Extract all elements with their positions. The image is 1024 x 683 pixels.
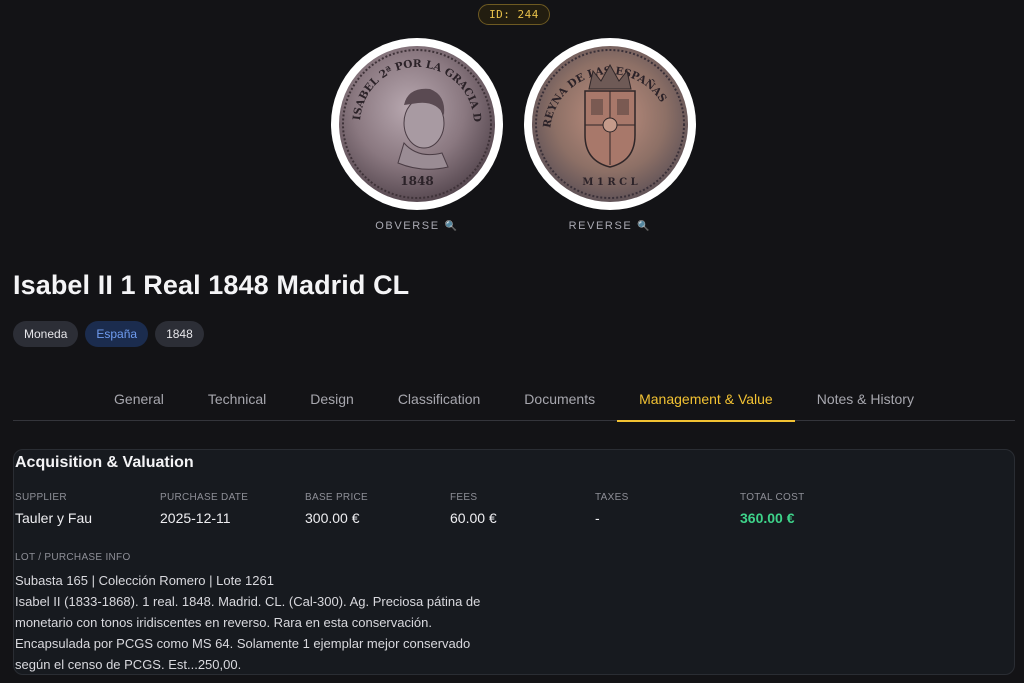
field-supplier: SUPPLIER Tauler y Fau [15, 492, 160, 526]
tag-list: Moneda España 1848 [13, 321, 204, 347]
tab-technical[interactable]: Technical [186, 376, 288, 421]
tag-year: 1848 [155, 321, 204, 347]
lot-line: monetario con tonos iridiscentes en reve… [15, 615, 432, 630]
field-base-price: BASE PRICE 300.00 € [305, 492, 450, 526]
acquisition-fields: SUPPLIER Tauler y Fau PURCHASE DATE 2025… [15, 492, 885, 526]
tab-general[interactable]: General [92, 376, 186, 421]
obverse-image-viewer[interactable]: ISABEL 2ª POR LA GRACIA DE DIOS Y LA CON… [331, 38, 503, 232]
tag-country: España [85, 321, 149, 347]
tab-design[interactable]: Design [288, 376, 376, 421]
obverse-date: 1848 [400, 174, 433, 188]
total-cost-value: 360.00 € [740, 510, 795, 526]
lot-line: Encapsulada por PCGS como MS 64. Solamen… [15, 636, 471, 651]
tab-documents[interactable]: Documents [502, 376, 617, 421]
id-badge: ID: 244 [478, 4, 550, 25]
magnifier-icon[interactable]: 🔍 [637, 221, 651, 232]
tag-type: Moneda [13, 321, 79, 347]
reverse-coin-image[interactable]: REYNA DE LAS ESPAÑAS M 1 R C L [524, 38, 696, 210]
tab-management-value[interactable]: Management & Value [617, 376, 795, 422]
field-label: PURCHASE DATE [160, 492, 249, 503]
tab-notes-history[interactable]: Notes & History [795, 376, 936, 421]
lot-info-label: LOT / PURCHASE INFO [15, 552, 131, 563]
lot-line: según el censo de PCGS. Est...250,00. [15, 657, 242, 672]
lot-line: Subasta 165 | Colección Romero | Lote 12… [15, 573, 274, 588]
lot-info-text: Subasta 165 | Colección Romero | Lote 12… [15, 570, 515, 675]
obverse-label: OBVERSE 🔍 [375, 220, 459, 232]
field-value: 2025-12-11 [160, 510, 231, 526]
field-value: 300.00 € [305, 510, 360, 526]
field-value: - [595, 510, 600, 526]
field-label: TAXES [595, 492, 629, 503]
field-purchase-date: PURCHASE DATE 2025-12-11 [160, 492, 305, 526]
reverse-label: REVERSE 🔍 [568, 220, 652, 232]
page-title: Isabel II 1 Real 1848 Madrid CL [13, 270, 410, 300]
coin-detail-page: ID: 244 ISABEL 2ª POR LA GRACIA DE DIOS … [0, 0, 1024, 683]
field-label: BASE PRICE [305, 492, 369, 503]
field-label: FEES [450, 492, 478, 503]
field-label: TOTAL COST [740, 492, 805, 503]
field-fees: FEES 60.00 € [450, 492, 595, 526]
lot-line: Isabel II (1833-1868). 1 real. 1848. Mad… [15, 594, 481, 609]
field-total-cost: TOTAL COST 360.00 € [740, 492, 885, 526]
section-title: Acquisition & Valuation [15, 454, 194, 471]
acquisition-valuation-card: Acquisition & Valuation SUPPLIER Tauler … [13, 449, 1015, 675]
field-taxes: TAXES - [595, 492, 740, 526]
field-value: Tauler y Fau [15, 510, 93, 526]
tab-bar: General Technical Design Classification … [13, 376, 1015, 422]
tab-classification[interactable]: Classification [376, 376, 502, 421]
reverse-mint-marks: M 1 R C L [582, 177, 637, 188]
obverse-coin-image[interactable]: ISABEL 2ª POR LA GRACIA DE DIOS Y LA CON… [331, 38, 503, 210]
field-label: SUPPLIER [15, 492, 67, 503]
field-value: 60.00 € [450, 510, 497, 526]
reverse-image-viewer[interactable]: REYNA DE LAS ESPAÑAS M 1 R C L REVERSE 🔍 [524, 38, 696, 232]
magnifier-icon[interactable]: 🔍 [445, 221, 459, 232]
